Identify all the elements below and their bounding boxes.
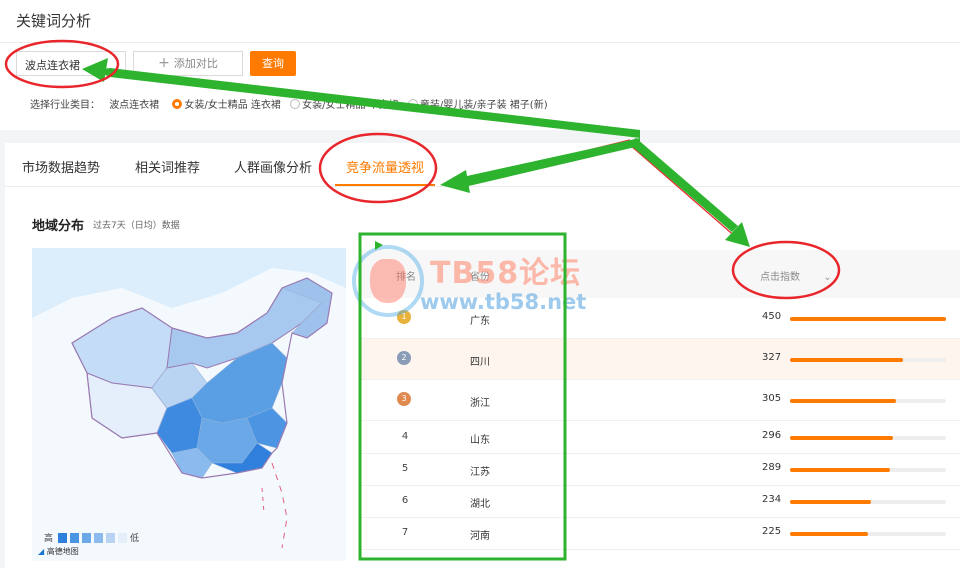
map-attribution: ◢ 高德地图 <box>38 546 79 557</box>
china-map[interactable]: 高 低 ◢ 高德地图 <box>32 248 346 561</box>
medal-icon: 3 <box>397 392 411 406</box>
main-panel: 市场数据趋势 相关词推荐 人群画像分析 竞争流量透视 地域分布 过去7天（日均）… <box>5 143 960 568</box>
table-row[interactable]: 4 山东 296 <box>360 421 960 454</box>
tab-bar: 市场数据趋势 相关词推荐 人群画像分析 竞争流量透视 <box>5 143 960 187</box>
legend-swatch <box>118 532 128 543</box>
tab-related-words[interactable]: 相关词推荐 <box>135 157 200 176</box>
map-svg <box>32 268 346 561</box>
page-title: 关键词分析 <box>16 12 92 30</box>
click-index-cell: 305 <box>762 393 782 404</box>
table-row[interactable]: 7 河南 225 <box>360 518 960 550</box>
map-attribution-text: 高德地图 <box>46 547 79 556</box>
click-index-bar-fill <box>790 317 946 321</box>
click-index-bar-fill <box>790 468 891 472</box>
province-cell: 河南 <box>470 531 490 542</box>
rank-cell: 5 <box>401 463 409 474</box>
click-index-cell: 296 <box>762 430 782 441</box>
table-row[interactable]: 3 浙江 305 <box>360 380 960 421</box>
industry-keyword: 波点连衣裙 <box>109 100 160 111</box>
region-subtitle: 过去7天（日均）数据 <box>93 221 180 231</box>
table-row[interactable]: 6 湖北 234 <box>360 486 960 518</box>
legend-swatch <box>106 532 116 543</box>
legend-swatch <box>94 532 104 543</box>
divider <box>0 42 960 43</box>
watermark-url: www.tb58.net <box>420 290 587 314</box>
click-index-bar <box>790 317 946 321</box>
province-cell: 四川 <box>470 357 490 368</box>
click-index-bar-fill <box>790 500 872 504</box>
map-legend: 高 低 <box>44 531 139 544</box>
hand-icon <box>370 259 406 303</box>
province-cell: 浙江 <box>470 398 490 409</box>
rank-cell: 6 <box>401 495 409 506</box>
add-compare-button[interactable]: + 添加对比 <box>133 51 243 76</box>
legend-swatch <box>82 532 92 543</box>
rank-cell: 7 <box>401 527 409 538</box>
legend-swatch <box>58 532 68 543</box>
table-row[interactable]: 2 四川 327 <box>360 339 960 380</box>
click-index-cell: 450 <box>762 311 782 322</box>
industry-selector: 选择行业类目： 波点连衣裙 女装/女士精品 连衣裙 女装/女士精品 半身裙 童装… <box>30 96 554 111</box>
click-index-bar-fill <box>790 358 904 362</box>
industry-option[interactable]: 女装/女士精品 半身裙 <box>290 99 399 111</box>
column-clicks[interactable]: 点击指数 ⌄ <box>760 268 832 283</box>
click-index-cell: 289 <box>762 462 782 473</box>
click-index-cell: 225 <box>762 526 782 537</box>
query-button[interactable]: 查询 <box>250 51 296 76</box>
column-clicks-label: 点击指数 <box>760 272 800 283</box>
region-title: 地域分布 <box>32 219 85 234</box>
province-cell: 江苏 <box>470 467 490 478</box>
click-index-bar-fill <box>790 436 893 440</box>
province-cell: 广东 <box>470 316 490 327</box>
industry-option[interactable]: 女装/女士精品 连衣裙 <box>172 99 281 111</box>
province-cell: 湖北 <box>470 499 490 510</box>
province-cell: 山东 <box>470 435 490 446</box>
radio-selected-icon <box>172 99 183 109</box>
map-logo-icon: ◢ <box>38 547 45 556</box>
medal-icon: 2 <box>397 351 411 365</box>
tab-market-trend[interactable]: 市场数据趋势 <box>22 157 100 176</box>
table-row[interactable]: 5 江苏 289 <box>360 454 960 486</box>
plus-icon: + <box>158 55 170 71</box>
keyword-input[interactable]: 波点连衣裙 <box>16 51 126 76</box>
click-index-bar <box>790 468 946 472</box>
chevron-down-icon: ⌄ <box>823 272 832 283</box>
click-index-bar <box>790 436 946 440</box>
active-tab-indicator <box>335 184 435 186</box>
legend-swatch <box>70 532 80 543</box>
tab-audience-profile[interactable]: 人群画像分析 <box>234 157 312 176</box>
rank-cell: 4 <box>401 431 409 442</box>
click-index-bar <box>790 500 946 504</box>
click-index-bar <box>790 358 946 362</box>
watermark-title: TB58论坛 <box>430 256 582 291</box>
radio-icon <box>290 99 301 109</box>
industry-option[interactable]: 童装/婴儿装/亲子装 裙子(新) <box>407 99 548 111</box>
top-panel: 关键词分析 波点连衣裙 + 添加对比 查询 选择行业类目： 波点连衣裙 女装/女士… <box>0 0 960 130</box>
radio-icon <box>407 99 418 109</box>
click-index-bar-fill <box>790 399 896 403</box>
legend-high-label: 高 <box>44 534 54 544</box>
legend-low-label: 低 <box>130 534 140 544</box>
click-index-bar-fill <box>790 532 868 536</box>
click-index-cell: 234 <box>762 494 782 505</box>
tab-competition-traffic[interactable]: 竞争流量透视 <box>346 157 424 176</box>
add-compare-label: 添加对比 <box>173 57 218 70</box>
watermark-logo <box>352 245 424 317</box>
click-index-cell: 327 <box>762 352 782 363</box>
click-index-bar <box>790 532 946 536</box>
click-index-bar <box>790 399 946 403</box>
industry-label: 选择行业类目： <box>30 100 100 111</box>
